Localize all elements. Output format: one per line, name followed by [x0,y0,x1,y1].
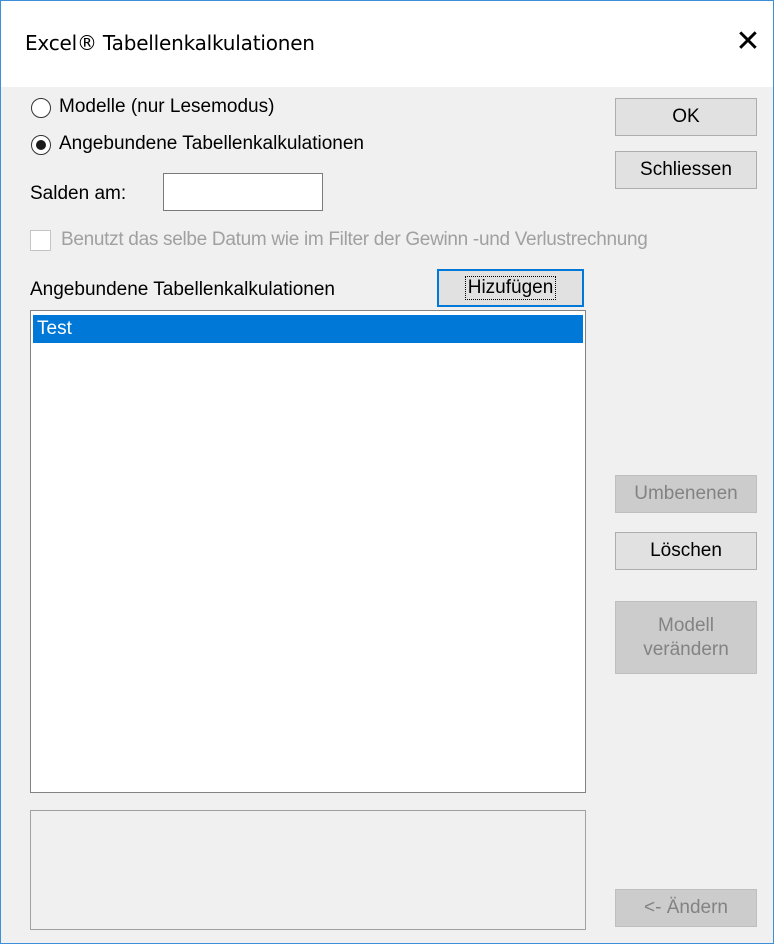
spreadsheet-list[interactable]: Test [30,310,586,793]
details-panel [30,810,586,930]
change-button: <- Ändern [615,889,757,927]
same-date-checkbox-label: Benutzt das selbe Datum wie im Filter de… [61,229,648,250]
delete-button[interactable]: Löschen [615,532,757,570]
close-icon[interactable]: ✕ [733,25,763,59]
change-model-line2: verändern [643,638,729,660]
title-bar: Excel® Tabellenkalkulationen ✕ [1,1,773,87]
same-date-checkbox [30,230,51,251]
radio-models-label[interactable]: Modelle (nur Lesemodus) [59,96,274,118]
radio-models[interactable] [31,98,51,118]
list-item[interactable]: Test [33,315,583,343]
balances-date-label: Salden am: [30,183,127,204]
balances-date-input[interactable] [163,173,323,211]
change-model-button: Modell verändern [615,601,757,674]
close-button[interactable]: Schliessen [615,151,757,189]
ok-button[interactable]: OK [615,98,757,136]
window-title: Excel® Tabellenkalkulationen [25,31,315,55]
radio-linked-spreadsheets[interactable] [31,135,51,155]
add-button[interactable]: Hizufügen [437,269,584,307]
rename-button: Umbenenen [615,475,757,513]
radio-linked-spreadsheets-label[interactable]: Angebundene Tabellenkalkulationen [59,133,364,155]
dialog-window: Excel® Tabellenkalkulationen ✕ Modelle (… [0,0,774,944]
change-model-line1: Modell [658,614,714,636]
linked-spreadsheets-header: Angebundene Tabellenkalkulationen [30,279,335,300]
